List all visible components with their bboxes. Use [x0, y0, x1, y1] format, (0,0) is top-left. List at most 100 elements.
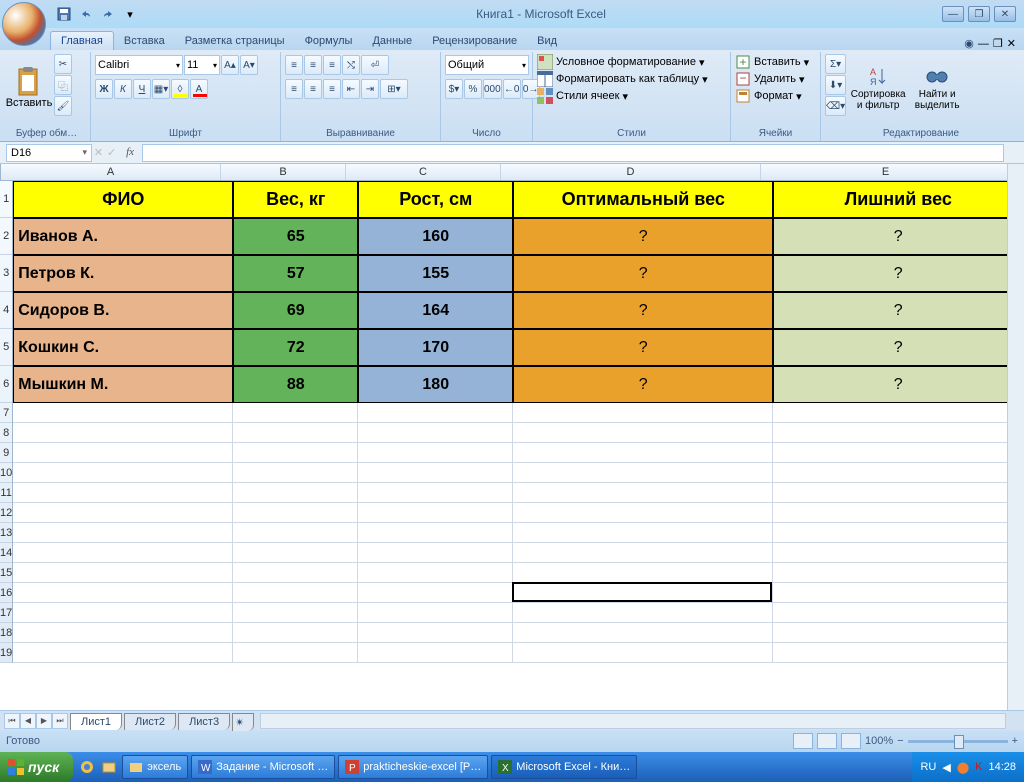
insert-cells-button[interactable]: +Вставить ▾ [735, 54, 809, 70]
zoom-slider[interactable] [908, 740, 1008, 743]
row-header[interactable]: 9 [0, 443, 12, 463]
doc-minimize-icon[interactable]: — [978, 38, 989, 50]
empty-cell[interactable] [13, 443, 233, 463]
tab-home[interactable]: Главная [50, 31, 114, 50]
empty-cell[interactable] [773, 563, 1007, 583]
row-header[interactable]: 4 [0, 292, 12, 329]
taskbar-item[interactable]: XMicrosoft Excel - Кни… [491, 755, 637, 779]
empty-cell[interactable] [13, 463, 233, 483]
doc-restore-icon[interactable]: ❐ [993, 37, 1003, 50]
paste-button[interactable]: Вставить [7, 54, 51, 122]
data-cell[interactable]: Мышкин М. [13, 366, 233, 403]
header-cell[interactable]: ФИО [13, 181, 233, 218]
empty-cell[interactable] [513, 503, 773, 523]
empty-cell[interactable] [773, 443, 1007, 463]
format-cells-button[interactable]: Формат ▾ [735, 88, 802, 104]
empty-cell[interactable] [358, 523, 513, 543]
tab-review[interactable]: Рецензирование [422, 32, 527, 50]
empty-cell[interactable] [233, 423, 358, 443]
empty-cell[interactable] [773, 503, 1007, 523]
zoom-percent[interactable]: 100% [865, 735, 893, 747]
align-bottom-icon[interactable]: ≡ [323, 55, 341, 75]
data-cell[interactable]: Кошкин С. [13, 329, 233, 366]
empty-cell[interactable] [513, 423, 773, 443]
language-indicator[interactable]: RU [920, 761, 936, 773]
empty-cell[interactable] [13, 423, 233, 443]
empty-cell[interactable] [358, 443, 513, 463]
horizontal-scrollbar[interactable] [260, 713, 1006, 729]
data-cell[interactable]: ? [513, 218, 773, 255]
empty-cell[interactable] [773, 583, 1007, 603]
empty-cell[interactable] [773, 403, 1007, 423]
sheet-tab-1[interactable]: Лист1 [70, 713, 122, 730]
empty-cell[interactable] [513, 403, 773, 423]
increase-decimal-icon[interactable]: ←0 [503, 79, 521, 99]
italic-button[interactable]: К [114, 79, 132, 99]
empty-cell[interactable] [13, 483, 233, 503]
align-center-icon[interactable]: ≡ [304, 79, 322, 99]
row-header[interactable]: 1 [0, 181, 12, 218]
empty-cell[interactable] [358, 623, 513, 643]
sheet-tab-2[interactable]: Лист2 [124, 713, 176, 730]
col-header[interactable]: D [501, 164, 761, 180]
sheet-nav-prev-icon[interactable]: ◀ [20, 713, 36, 729]
empty-cell[interactable] [13, 403, 233, 423]
empty-cell[interactable] [513, 583, 773, 603]
empty-cell[interactable] [233, 463, 358, 483]
empty-cell[interactable] [233, 443, 358, 463]
empty-cell[interactable] [513, 603, 773, 623]
qat-customize-icon[interactable]: ▾ [120, 4, 140, 24]
taskbar-item[interactable]: эксель [122, 755, 188, 779]
data-cell[interactable]: ? [513, 292, 773, 329]
empty-cell[interactable] [358, 603, 513, 623]
tray-icon[interactable]: ◀ [942, 761, 950, 774]
doc-close-icon[interactable]: ✕ [1007, 37, 1016, 50]
chrome-icon[interactable] [77, 757, 97, 777]
wrap-text-icon[interactable]: ⏎ [361, 55, 389, 75]
decrease-indent-icon[interactable]: ⇤ [342, 79, 360, 99]
cell-styles-button[interactable]: Стили ячеек ▾ [537, 88, 628, 104]
empty-cell[interactable] [513, 623, 773, 643]
empty-cell[interactable] [233, 643, 358, 663]
empty-cell[interactable] [358, 463, 513, 483]
format-painter-icon[interactable]: 🖌 [54, 96, 72, 116]
align-right-icon[interactable]: ≡ [323, 79, 341, 99]
empty-cell[interactable] [233, 483, 358, 503]
taskbar-item[interactable]: Pprakticheskie-excel [Р… [338, 755, 488, 779]
empty-cell[interactable] [233, 563, 358, 583]
delete-cells-button[interactable]: −Удалить ▾ [735, 71, 805, 87]
data-cell[interactable]: 170 [358, 329, 513, 366]
empty-cell[interactable] [358, 563, 513, 583]
data-cell[interactable]: 155 [358, 255, 513, 292]
redo-icon[interactable] [98, 4, 118, 24]
explorer-icon[interactable] [99, 757, 119, 777]
row-header[interactable]: 2 [0, 218, 12, 255]
tab-page-layout[interactable]: Разметка страницы [175, 32, 295, 50]
normal-view-icon[interactable] [793, 733, 813, 749]
header-cell[interactable]: Лишний вес [773, 181, 1007, 218]
formula-input[interactable] [142, 144, 1004, 162]
sheet-nav-first-icon[interactable]: ⏮ [4, 713, 20, 729]
data-cell[interactable]: 57 [233, 255, 358, 292]
header-cell[interactable]: Оптимальный вес [513, 181, 773, 218]
header-cell[interactable]: Вес, кг [233, 181, 358, 218]
page-layout-view-icon[interactable] [817, 733, 837, 749]
row-header[interactable]: 16 [0, 583, 12, 603]
empty-cell[interactable] [773, 523, 1007, 543]
data-cell[interactable]: 180 [358, 366, 513, 403]
data-cell[interactable]: 69 [233, 292, 358, 329]
tab-insert[interactable]: Вставка [114, 32, 175, 50]
fill-color-icon[interactable]: ◊ [171, 79, 189, 99]
empty-cell[interactable] [13, 583, 233, 603]
font-color-icon[interactable]: A [190, 79, 208, 99]
decrease-font-icon[interactable]: A▾ [240, 55, 258, 75]
empty-cell[interactable] [13, 623, 233, 643]
empty-cell[interactable] [233, 403, 358, 423]
empty-cell[interactable] [513, 523, 773, 543]
data-cell[interactable]: ? [773, 292, 1007, 329]
data-cell[interactable]: ? [513, 366, 773, 403]
start-button[interactable]: пуск [0, 752, 73, 782]
empty-cell[interactable] [13, 643, 233, 663]
currency-icon[interactable]: $▾ [445, 79, 463, 99]
fill-icon[interactable]: ⬇▾ [825, 75, 846, 95]
